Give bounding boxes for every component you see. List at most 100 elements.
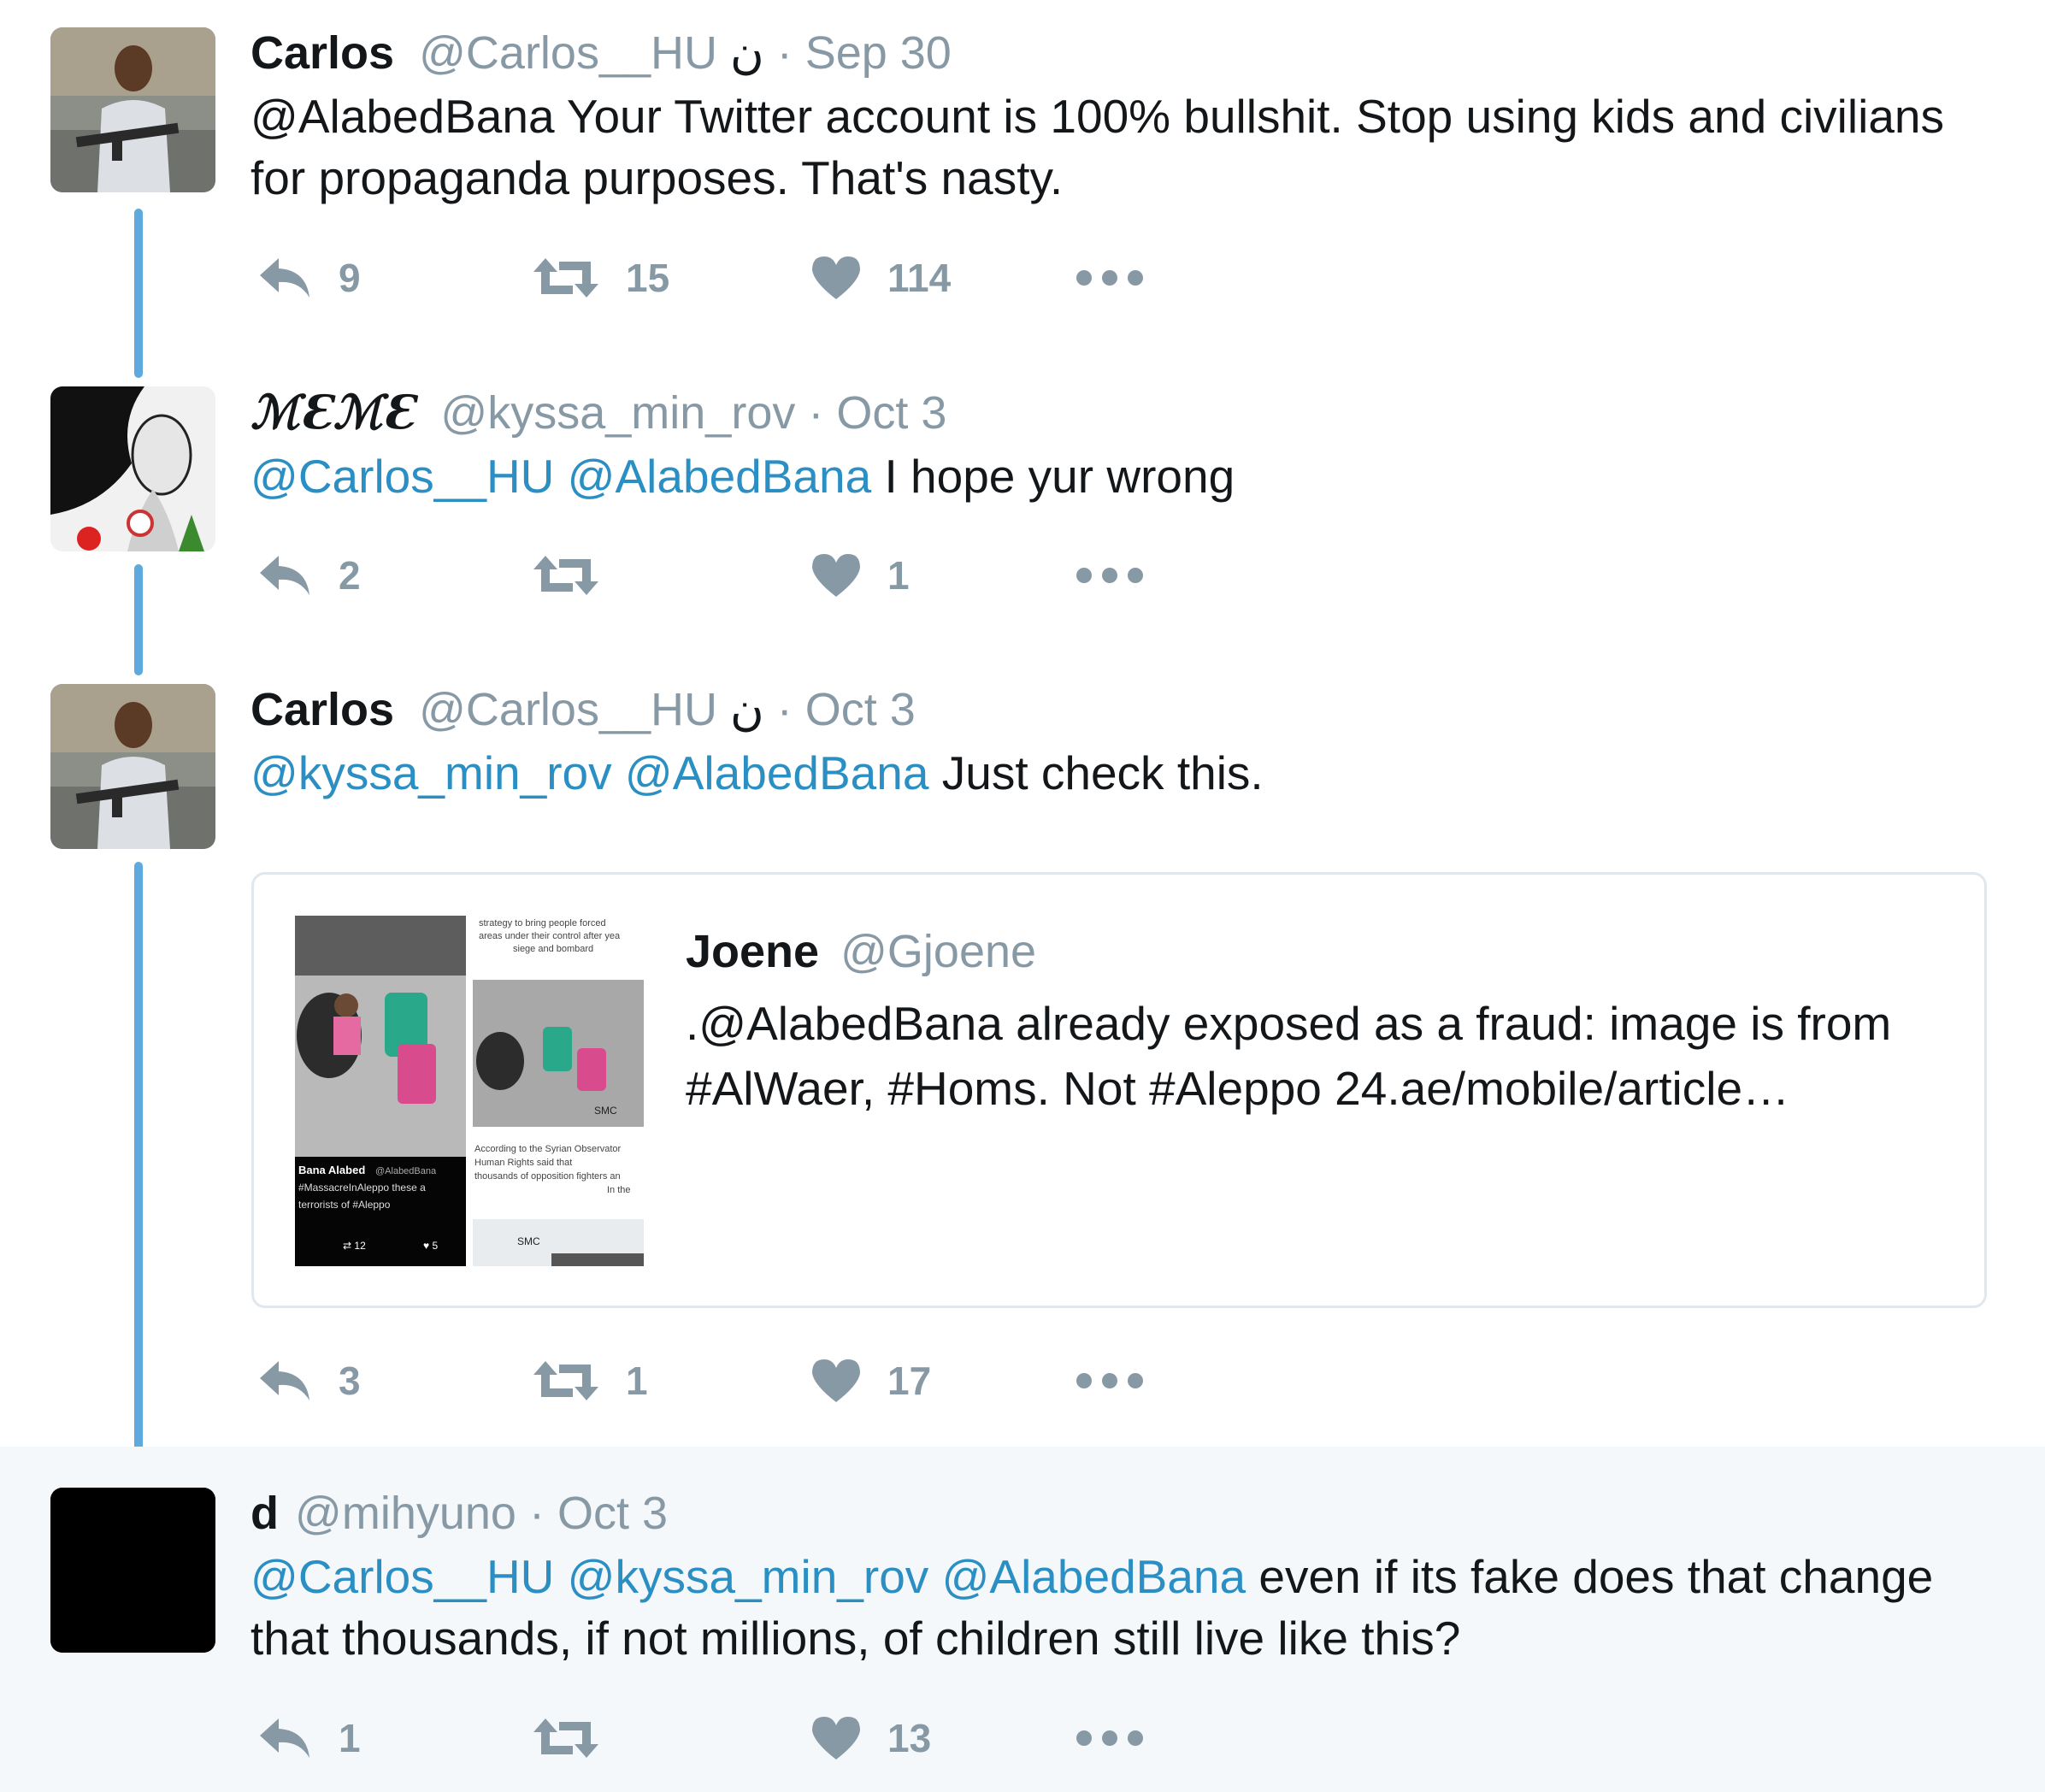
quoted-tweet-header: Joene @Gjoene xyxy=(686,924,1950,979)
heart-icon xyxy=(812,256,860,299)
reply-count: 9 xyxy=(339,256,361,300)
mention-links[interactable]: @kyssa_min_rov @AlabedBana xyxy=(250,746,928,799)
tweet-focused[interactable]: d @mihyuno · Oct 3 @Carlos__HU @kyssa_mi… xyxy=(0,1447,2045,1792)
reply-button[interactable]: 3 xyxy=(256,1358,361,1404)
quoted-user-handle[interactable]: @Gjoene xyxy=(840,926,1036,977)
media-right-text: Human Rights said that xyxy=(474,1158,572,1168)
retweet-button[interactable]: 15 xyxy=(532,255,669,301)
like-count: 114 xyxy=(887,256,952,300)
more-dots-icon xyxy=(1076,270,1143,286)
reply-icon xyxy=(260,1361,309,1400)
black-avatar-image xyxy=(50,1488,215,1653)
like-button[interactable]: 1 xyxy=(810,552,910,598)
display-name[interactable]: Carlos xyxy=(250,684,394,735)
retweet-icon xyxy=(533,556,598,595)
quoted-tweet-text: .@AlabedBana already exposed as a fraud:… xyxy=(686,997,1892,1115)
more-button[interactable] xyxy=(1076,1371,1144,1391)
display-name[interactable]: Carlos xyxy=(250,27,394,79)
user-handle[interactable]: @Carlos__HU xyxy=(419,684,717,735)
retweet-icon xyxy=(533,1718,598,1758)
media-logo: SMC xyxy=(594,1105,617,1117)
more-button[interactable] xyxy=(1076,268,1144,288)
carlos-avatar-image xyxy=(50,684,215,849)
reply-icon xyxy=(260,556,309,595)
meme-avatar-image xyxy=(50,386,215,551)
user-handle[interactable]: @kyssa_min_rov xyxy=(440,387,795,439)
tweet-body: I hope yur wrong xyxy=(884,450,1235,503)
user-handle[interactable]: @mihyuno xyxy=(295,1488,516,1539)
more-dots-icon xyxy=(1076,1373,1143,1388)
tweet-date[interactable]: · Oct 3 xyxy=(529,1488,668,1539)
heart-icon xyxy=(812,1359,860,1402)
retweet-count: 15 xyxy=(626,256,670,300)
tweet[interactable]: Carlos @Carlos__HU ن · Oct 3 @kyssa_min_… xyxy=(0,657,2045,1447)
tweet-body: Just check this. xyxy=(941,746,1264,799)
media-right-text: In the xyxy=(607,1185,631,1195)
tweet-text: @AlabedBana Your Twitter account is 100%… xyxy=(250,85,1994,209)
reply-count: 2 xyxy=(339,553,361,598)
tweet-body: @AlabedBana Your Twitter account is 100%… xyxy=(250,90,1944,204)
media-caption-handle: @AlabedBana xyxy=(375,1166,437,1176)
tweet-text: @Carlos__HU @AlabedBana I hope yur wrong xyxy=(250,445,1994,507)
like-count: 17 xyxy=(887,1359,932,1403)
quoted-tweet-card[interactable]: Bana Alabed @AlabedBana #MassacreInAlepp… xyxy=(251,872,1987,1308)
more-dots-icon xyxy=(1076,568,1143,583)
tweet-header: ℳƐℳƐ @kyssa_min_rov · Oct 3 xyxy=(250,385,1994,440)
retweet-button[interactable]: 1 xyxy=(532,1358,648,1404)
quoted-tweet-media[interactable]: Bana Alabed @AlabedBana #MassacreInAlepp… xyxy=(295,916,644,1266)
tweet-date[interactable]: · Sep 30 xyxy=(777,27,952,79)
media-right-text: areas under their control after yea xyxy=(479,931,621,941)
reply-icon xyxy=(260,258,309,298)
tweet-date[interactable]: · Oct 3 xyxy=(808,387,946,439)
tweet-text: @kyssa_min_rov @AlabedBana Just check th… xyxy=(250,742,1994,804)
more-button[interactable] xyxy=(1076,565,1144,586)
display-name[interactable]: d xyxy=(250,1488,279,1539)
retweet-button[interactable] xyxy=(532,1715,626,1761)
tweet[interactable]: Carlos @Carlos__HU ن · Sep 30 @AlabedBan… xyxy=(0,0,2045,359)
retweet-button[interactable] xyxy=(532,552,626,598)
media-right-text: According to the Syrian Observator xyxy=(474,1144,622,1154)
like-count: 1 xyxy=(887,553,910,598)
reply-count: 1 xyxy=(339,1716,361,1760)
media-right-text: thousands of opposition fighters an xyxy=(474,1171,621,1182)
reply-button[interactable]: 9 xyxy=(256,255,361,301)
more-dots-icon xyxy=(1076,1730,1143,1746)
more-button[interactable] xyxy=(1076,1728,1144,1748)
mention-links[interactable]: @Carlos__HU @kyssa_min_rov @AlabedBana xyxy=(250,1550,1246,1603)
reply-button[interactable]: 2 xyxy=(256,552,361,598)
retweet-count: 1 xyxy=(626,1359,648,1403)
display-name[interactable]: ℳƐℳƐ xyxy=(250,385,415,439)
media-caption-text: #MassacreInAleppo these a xyxy=(298,1182,426,1194)
tweet-header: d @mihyuno · Oct 3 xyxy=(250,1486,1994,1541)
reply-count: 3 xyxy=(339,1359,361,1403)
tweet[interactable]: ℳƐℳƐ @kyssa_min_rov · Oct 3 @Carlos__HU … xyxy=(0,359,2045,657)
media-rt-count: ⇄ 12 xyxy=(343,1240,366,1252)
tweet-header: Carlos @Carlos__HU ن · Sep 30 xyxy=(250,26,1994,80)
avatar[interactable] xyxy=(50,386,215,551)
tweet-date[interactable]: · Oct 3 xyxy=(777,684,916,735)
media-caption-text: terrorists of #Aleppo xyxy=(298,1199,391,1211)
mention-links[interactable]: @Carlos__HU @AlabedBana xyxy=(250,450,871,503)
media-caption-name: Bana Alabed xyxy=(298,1164,365,1176)
tweet-header: Carlos @Carlos__HU ن · Oct 3 xyxy=(250,682,1994,737)
reply-button[interactable]: 1 xyxy=(256,1715,361,1761)
heart-icon xyxy=(812,554,860,597)
like-button[interactable]: 17 xyxy=(810,1358,931,1404)
flag-glyph: ن xyxy=(730,684,764,735)
like-count: 13 xyxy=(887,1716,932,1760)
avatar[interactable] xyxy=(50,1488,215,1653)
reply-icon xyxy=(260,1718,309,1758)
media-logo: SMC xyxy=(517,1235,540,1247)
avatar[interactable] xyxy=(50,684,215,849)
retweet-icon xyxy=(533,258,598,298)
quoted-display-name[interactable]: Joene xyxy=(686,926,819,977)
avatar[interactable] xyxy=(50,27,215,192)
media-right-text: strategy to bring people forced xyxy=(479,918,606,928)
like-button[interactable]: 114 xyxy=(810,255,951,301)
media-right-text: siege and bombard xyxy=(513,944,593,954)
retweet-icon xyxy=(533,1361,598,1400)
like-button[interactable]: 13 xyxy=(810,1715,931,1761)
quoted-media-thumbnail: Bana Alabed @AlabedBana #MassacreInAlepp… xyxy=(295,916,644,1266)
flag-glyph: ن xyxy=(730,27,764,79)
user-handle[interactable]: @Carlos__HU xyxy=(419,27,717,79)
